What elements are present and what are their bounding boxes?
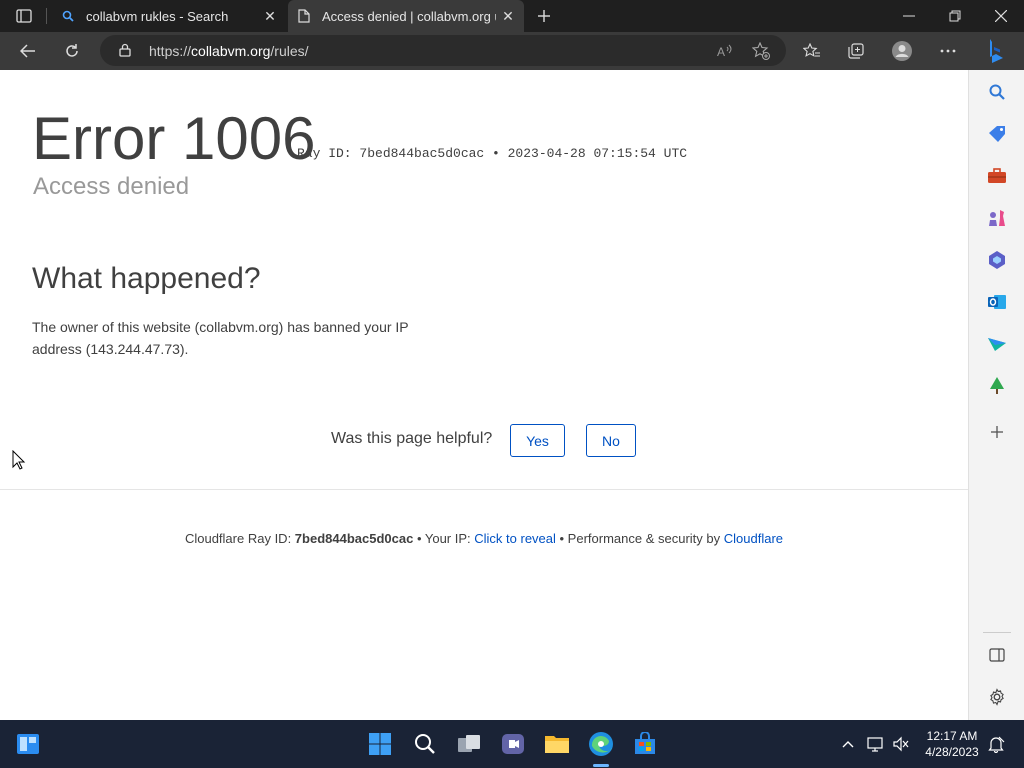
access-denied-subtitle: Access denied — [33, 173, 190, 200]
hide-sidebar-icon[interactable] — [985, 643, 1009, 667]
title-bar: collabvm rukles - Search ✕ Access denied… — [0, 0, 1024, 32]
page-icon — [296, 8, 312, 24]
footer-ray-prefix: Cloudflare Ray ID: — [184, 531, 295, 546]
file-explorer-icon[interactable] — [541, 728, 573, 760]
send-drop-icon[interactable] — [985, 332, 1009, 356]
add-favorite-icon[interactable] — [750, 40, 772, 62]
reveal-ip-link[interactable]: Click to reveal — [474, 531, 556, 546]
tab-actions-icon[interactable] — [10, 6, 38, 26]
refresh-button[interactable] — [58, 37, 86, 65]
shopping-tag-icon[interactable] — [985, 122, 1009, 146]
cloudflare-link[interactable]: Cloudflare — [724, 531, 783, 546]
games-icon[interactable] — [985, 206, 1009, 230]
svg-text:A: A — [717, 45, 725, 58]
tab-access-denied[interactable]: Access denied | collabvm.org use ✕ — [288, 0, 524, 32]
mouse-cursor-icon — [12, 449, 26, 470]
sidebar-separator — [983, 632, 1011, 633]
favorites-icon[interactable] — [798, 37, 826, 65]
no-button[interactable]: No — [586, 424, 636, 457]
microsoft-store-icon[interactable] — [629, 728, 661, 760]
tab-label: Access denied | collabvm.org use — [322, 8, 496, 24]
close-icon[interactable]: ✕ — [258, 4, 282, 28]
settings-gear-icon[interactable] — [985, 685, 1009, 709]
error-title: Error 1006 — [32, 105, 316, 172]
collections-icon[interactable] — [842, 37, 870, 65]
lock-icon[interactable] — [118, 43, 132, 57]
teams-chat-icon[interactable] — [497, 728, 529, 760]
address-bar[interactable]: https://collabvm.org/rules/ A — [100, 35, 786, 66]
start-button[interactable] — [364, 728, 396, 760]
tab-label: collabvm rukles - Search — [86, 8, 229, 24]
what-happened-body: The owner of this website (collabvm.org)… — [32, 319, 409, 357]
taskbar: 12:17 AM 4/28/2023 — [0, 720, 1024, 768]
task-view-icon[interactable] — [453, 728, 485, 760]
widgets-icon[interactable] — [12, 728, 44, 760]
add-icon[interactable] — [985, 420, 1009, 444]
edge-browser-icon[interactable] — [585, 728, 617, 760]
page-content: Error 1006 Ray ID: 7bed844bac5d0cac • 20… — [0, 70, 968, 720]
navigation-bar: https://collabvm.org/rules/ A — [0, 32, 1024, 70]
footer-perf-prefix: • Performance & security by — [555, 531, 724, 546]
back-button[interactable] — [14, 37, 42, 65]
url-prefix: https:// — [149, 43, 192, 59]
ray-id-line: Ray ID: 7bed844bac5d0cac • 2023-04-28 07… — [297, 146, 688, 161]
minimize-button[interactable] — [886, 0, 932, 32]
clock-time: 12:17 AM — [926, 729, 978, 743]
microsoft-365-icon[interactable] — [985, 248, 1009, 272]
footer-ray-id: 7bed844bac5d0cac — [294, 531, 414, 546]
restore-button[interactable] — [932, 0, 978, 32]
what-happened-heading: What happened? — [32, 262, 261, 295]
outlook-icon[interactable] — [985, 290, 1009, 314]
volume-muted-icon[interactable] — [891, 734, 911, 754]
search-icon — [60, 8, 76, 24]
read-aloud-icon[interactable]: A — [714, 40, 736, 62]
url-host: collabvm.org — [191, 43, 271, 59]
close-window-button[interactable] — [978, 0, 1024, 32]
active-app-indicator — [593, 764, 609, 767]
tree-icon[interactable] — [985, 374, 1009, 398]
divider — [0, 489, 968, 490]
profile-avatar[interactable] — [888, 37, 916, 65]
notifications-icon[interactable] — [986, 734, 1006, 754]
tab-search[interactable]: collabvm rukles - Search ✕ — [52, 0, 286, 32]
close-icon[interactable]: ✕ — [496, 4, 520, 28]
footer: Cloudflare Ray ID: 7bed844bac5d0cac • Yo… — [0, 531, 968, 546]
taskbar-search-icon[interactable] — [409, 728, 441, 760]
search-icon[interactable] — [985, 80, 1009, 104]
bing-copilot-icon[interactable] — [982, 37, 1010, 65]
url-text[interactable]: https://collabvm.org/rules/ — [149, 43, 309, 59]
more-menu-icon[interactable] — [934, 37, 962, 65]
show-hidden-icons-chevron-icon[interactable] — [838, 734, 858, 754]
tools-icon[interactable] — [985, 164, 1009, 188]
footer-ip-prefix: • Your IP: — [413, 531, 475, 546]
tab-separator — [46, 8, 47, 24]
network-icon[interactable] — [866, 734, 886, 754]
helpful-question: Was this page helpful? — [331, 430, 493, 447]
system-clock[interactable]: 12:17 AM 4/28/2023 — [918, 728, 986, 760]
new-tab-button[interactable] — [532, 4, 556, 28]
clock-date: 4/28/2023 — [925, 745, 979, 759]
url-path: /rules/ — [270, 43, 309, 59]
yes-button[interactable]: Yes — [510, 424, 565, 457]
edge-sidebar — [968, 70, 1024, 720]
